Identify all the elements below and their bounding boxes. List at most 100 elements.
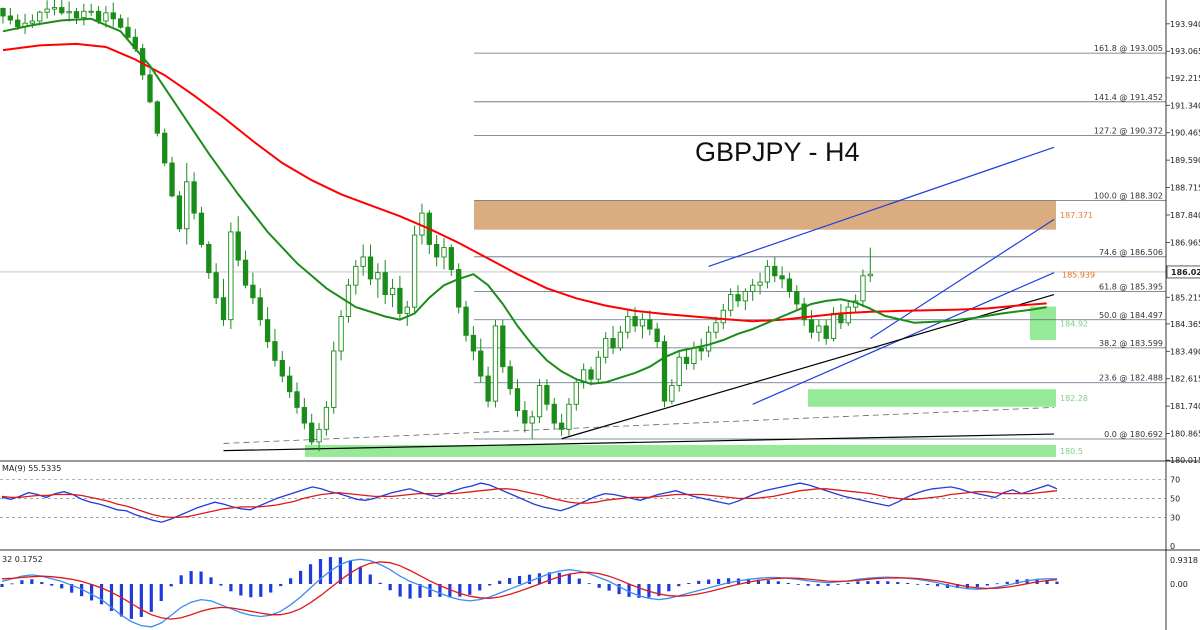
candle-body — [404, 306, 410, 314]
macd-histogram-bar — [408, 584, 412, 599]
macd-histogram-bar — [846, 582, 850, 584]
candle-body — [823, 325, 829, 339]
price-axis-label: 191.340 — [1170, 101, 1200, 110]
candle-body — [213, 272, 219, 299]
macd-histogram-bar — [398, 584, 402, 597]
candle-body — [544, 385, 550, 405]
price-axis-label: 180.865 — [1170, 430, 1200, 439]
candle-body — [0, 8, 6, 17]
macd-histogram-bar — [667, 584, 671, 592]
candle-body — [301, 406, 307, 424]
macd-histogram-bar — [60, 584, 64, 589]
candle-body — [507, 366, 513, 390]
candle-body — [816, 325, 822, 333]
price-axis-label: 193.065 — [1170, 47, 1200, 56]
macd-histogram-bar — [199, 571, 203, 584]
candle-body — [242, 259, 249, 286]
macd-histogram-bar — [717, 578, 721, 584]
macd-histogram-bar — [766, 580, 770, 584]
fib-level-label: 61.8 @ 185.395 — [1099, 283, 1163, 292]
candle-body — [705, 331, 712, 352]
candle-body — [794, 291, 800, 305]
candle-body — [573, 381, 579, 405]
macd-histogram-bar — [219, 584, 223, 586]
candle-body — [411, 234, 418, 308]
macd-histogram-bar — [209, 577, 213, 584]
candle-body — [316, 428, 322, 443]
candle-body — [397, 287, 403, 314]
candle-body — [184, 181, 190, 230]
macd-histogram-bar — [89, 584, 94, 601]
macd-axis-label: 0.9318 — [1170, 556, 1198, 565]
price-axis-label: 193.940 — [1170, 20, 1200, 29]
macd-histogram-bar — [776, 581, 780, 584]
macd-histogram-bar — [129, 584, 133, 619]
macd-histogram-bar — [926, 584, 930, 586]
macd-histogram-bar — [985, 584, 989, 586]
candle-body — [551, 403, 557, 424]
candle-body — [595, 356, 602, 380]
candle-body — [676, 356, 682, 386]
candle-body — [176, 195, 183, 230]
macd-histogram-bar — [249, 584, 253, 598]
macd-histogram-bar — [189, 571, 193, 584]
candle-body — [735, 294, 741, 302]
candle-body — [654, 328, 660, 343]
macd-histogram-bar — [517, 575, 522, 584]
candle-body — [720, 309, 726, 324]
candle-body — [603, 338, 609, 358]
candle-body — [625, 316, 631, 333]
macd-histogram-bar — [527, 574, 532, 584]
candle-body — [103, 12, 109, 22]
price-axis-label: 181.740 — [1170, 402, 1200, 411]
macd-histogram-bar — [796, 584, 800, 585]
macd-histogram-bar — [935, 584, 940, 587]
candle-body — [522, 410, 528, 424]
candle-body — [162, 132, 168, 164]
price-axis-label: 185.215 — [1170, 293, 1200, 302]
price-zone-support — [1030, 306, 1056, 341]
price-axis-label: 188.715 — [1170, 184, 1200, 193]
macd-histogram-bar — [975, 584, 979, 588]
candle-body — [558, 422, 565, 430]
candle-body — [15, 19, 21, 28]
candle-body — [382, 272, 388, 296]
candle-body — [683, 356, 690, 364]
current-price-label: 186.022 — [1171, 268, 1200, 277]
candle-body — [588, 369, 594, 380]
macd-histogram-bar — [856, 581, 860, 584]
fib-level-label: 127.2 @ 190.372 — [1094, 127, 1163, 136]
candle-body — [639, 319, 646, 327]
candle-body — [191, 181, 197, 214]
macd-histogram-bar — [428, 584, 432, 597]
candle-body — [647, 319, 653, 330]
candle-body — [228, 231, 234, 321]
macd-histogram-bar — [139, 584, 143, 617]
candle-body — [456, 269, 462, 308]
macd-histogram-bar — [50, 584, 54, 586]
price-axis-label: 184.365 — [1170, 320, 1200, 329]
macd-histogram-bar — [697, 580, 701, 584]
candle-body — [617, 331, 624, 349]
candle-body — [485, 375, 491, 402]
candle-body — [500, 325, 506, 368]
candle-body — [389, 287, 396, 296]
fib-level-label: 141.4 @ 191.452 — [1094, 93, 1163, 102]
candle-body — [154, 101, 160, 134]
candle-body — [867, 273, 873, 277]
candle-body — [287, 375, 293, 393]
candle-body — [323, 406, 330, 430]
candle-body — [37, 11, 43, 22]
fib-level-label: 23.6 @ 182.488 — [1099, 374, 1163, 383]
rsi-axis-label: 70 — [1170, 475, 1180, 484]
candle-body — [117, 18, 124, 28]
macd-histogram-bar — [1055, 581, 1059, 584]
macd-histogram-bar — [886, 581, 890, 584]
macd-histogram-bar — [368, 574, 372, 584]
price-zone-resistance — [474, 200, 1056, 230]
candle-body — [250, 284, 256, 299]
macd-axis-label: 0.00 — [1170, 580, 1188, 589]
macd-histogram-bar — [597, 584, 601, 588]
price-axis-label: 183.490 — [1170, 347, 1200, 356]
candle-body — [125, 26, 131, 38]
